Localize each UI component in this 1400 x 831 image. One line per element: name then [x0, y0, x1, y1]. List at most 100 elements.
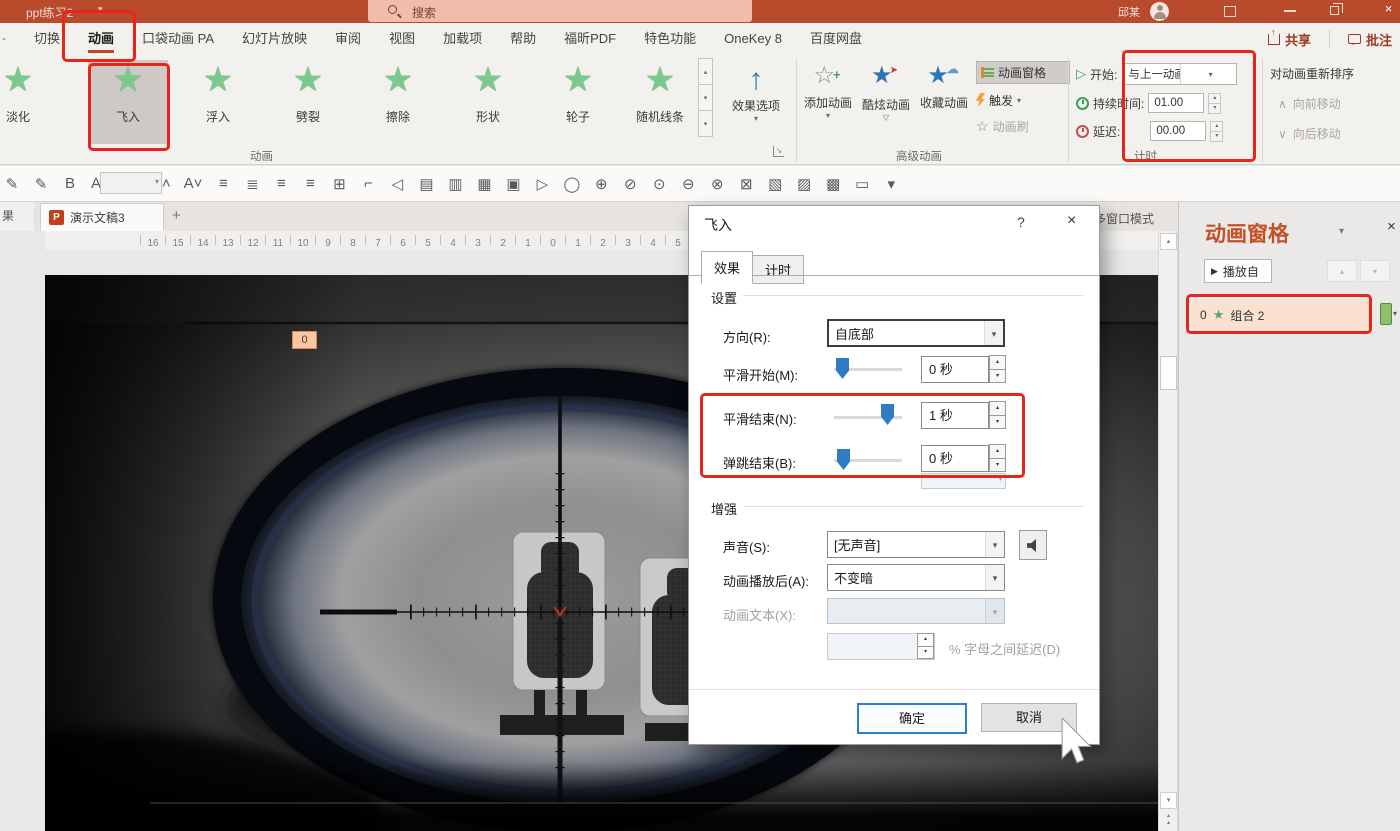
- multi-window-mode-label[interactable]: 多窗口模式: [1094, 210, 1154, 227]
- merge-combine-icon[interactable]: ⊘: [622, 175, 638, 193]
- merge-subtract-icon[interactable]: ⊖: [680, 175, 696, 193]
- delay-input[interactable]: 00.00: [1150, 121, 1206, 141]
- bounce-end-value[interactable]: 0 秒: [921, 445, 989, 472]
- merge-union-icon[interactable]: ⊕: [593, 175, 609, 193]
- rotate-icon[interactable]: ⌐: [360, 175, 376, 192]
- distribute-h-icon[interactable]: ⊠: [738, 175, 754, 193]
- delay-stepper[interactable]: ▴▾: [1210, 121, 1223, 141]
- effect-options-button[interactable]: ↑ 效果选项 ▾: [718, 63, 794, 123]
- slide-scrollbar[interactable]: ▴ ▾ ▴▴: [1158, 231, 1178, 831]
- play-from-button[interactable]: ▶ 播放自: [1204, 259, 1272, 283]
- ribbon-tab[interactable]: 幻灯片放映: [228, 23, 321, 55]
- sound-volume-button[interactable]: [1019, 530, 1047, 560]
- text-box-icon[interactable]: ▣: [505, 175, 521, 193]
- move-later-button[interactable]: ∨ 向后移动: [1278, 125, 1341, 142]
- search-box[interactable]: 搜索: [368, 0, 752, 22]
- animation-painter-button[interactable]: ☆ 动画刷: [976, 115, 1029, 137]
- user-name[interactable]: 邱某: [1118, 4, 1140, 20]
- ok-button[interactable]: 确定: [857, 703, 967, 734]
- gallery-item-random-bars[interactable]: ★ 随机线条: [614, 60, 706, 144]
- pane-move-down-button[interactable]: ▾: [1360, 260, 1390, 282]
- gallery-item-wipe[interactable]: ★ 擦除: [358, 60, 438, 144]
- gallery-item-float-in[interactable]: ★ 浮入: [178, 60, 258, 144]
- help-icon[interactable]: ?: [1017, 214, 1025, 230]
- bounce-end-thumb[interactable]: [837, 449, 850, 470]
- align-middle-icon[interactable]: ▥: [447, 175, 463, 193]
- animation-pane-button[interactable]: 动画窗格: [976, 61, 1070, 84]
- smooth-start-thumb[interactable]: [836, 358, 849, 379]
- smooth-end-stepper[interactable]: ▴▾: [989, 402, 1006, 429]
- gallery-scroll-down[interactable]: ▾: [698, 84, 713, 111]
- font-size-combo[interactable]: [100, 172, 162, 194]
- cool-animation-button[interactable]: ★➤ 酷炫动画 ▽: [858, 61, 914, 122]
- after-animation-dropdown[interactable]: 不变暗 ▾: [827, 564, 1005, 591]
- align-right-icon[interactable]: ≡: [302, 175, 318, 192]
- direction-dropdown[interactable]: 自底部 ▾: [827, 319, 1005, 347]
- pane-close-icon[interactable]: ×: [1387, 218, 1396, 235]
- gallery-item-fly-in[interactable]: ★ 飞入: [88, 60, 168, 144]
- merge-intersect-icon[interactable]: ⊙: [651, 175, 667, 193]
- gallery-item-shape[interactable]: ★ 形状: [448, 60, 528, 144]
- bold-icon[interactable]: B: [62, 175, 78, 192]
- smooth-start-value[interactable]: 0 秒: [921, 356, 989, 383]
- animation-number-badge[interactable]: 0: [292, 331, 317, 349]
- pen-icon[interactable]: ✎: [4, 175, 20, 193]
- ribbon-tab[interactable]: 口袋动画 PA: [128, 23, 228, 55]
- layer-back-icon[interactable]: ▨: [796, 175, 812, 193]
- chart-icon[interactable]: ◯: [563, 175, 580, 193]
- overflow-icon[interactable]: ▾: [883, 175, 899, 193]
- pane-move-up-button[interactable]: ▴: [1327, 260, 1357, 282]
- gallery-item-split[interactable]: ★ 劈裂: [268, 60, 348, 144]
- duration-input[interactable]: 01.00: [1148, 93, 1204, 113]
- selection-icon[interactable]: ▭: [854, 175, 870, 193]
- minimize-icon[interactable]: [1284, 10, 1296, 12]
- move-earlier-button[interactable]: ∧ 向前移动: [1278, 95, 1341, 112]
- previous-slide-icon[interactable]: ▴▴: [1160, 813, 1177, 830]
- dialog-tab[interactable]: 计时: [752, 255, 804, 284]
- bounce-end-stepper[interactable]: ▴▾: [989, 445, 1006, 472]
- gallery-more-button[interactable]: ▾: [698, 110, 713, 137]
- scrollbar-thumb[interactable]: [1160, 356, 1177, 390]
- ribbon-tab[interactable]: OneKey 8: [710, 23, 796, 55]
- pane-menu-icon[interactable]: ▾: [1339, 226, 1344, 237]
- align-top-icon[interactable]: ▤: [418, 175, 434, 193]
- smooth-start-stepper[interactable]: ▴▾: [989, 356, 1006, 383]
- align-bottom-icon[interactable]: ▦: [476, 175, 492, 193]
- ribbon-tab[interactable]: 特色功能: [630, 23, 710, 55]
- align-left-icon[interactable]: ≡: [215, 175, 231, 192]
- dialog-tab[interactable]: 效果: [701, 251, 753, 284]
- item-dropdown-icon[interactable]: ▾: [1393, 309, 1397, 318]
- avatar[interactable]: [1150, 2, 1169, 21]
- comments-button[interactable]: 批注: [1348, 30, 1392, 49]
- ribbon-tab[interactable]: 审阅: [321, 23, 375, 55]
- gallery-item-wheel[interactable]: ★ 轮子: [538, 60, 618, 144]
- ribbon-tab[interactable]: 百度网盘: [796, 23, 876, 55]
- ribbon-tab[interactable]: 福昕PDF: [550, 23, 630, 55]
- scroll-up-icon[interactable]: ▴: [1160, 233, 1177, 250]
- dialog-close-icon[interactable]: ×: [1067, 212, 1076, 230]
- gallery-scroll-up[interactable]: ▴: [698, 58, 713, 85]
- format-painter-icon[interactable]: ✎: [33, 175, 49, 193]
- ribbon-tab[interactable]: 加载项: [429, 23, 496, 55]
- media-icon[interactable]: ▷: [534, 175, 550, 193]
- ribbon-tab[interactable]: 帮助: [496, 23, 550, 55]
- document-tab[interactable]: P 演示文稿3: [40, 203, 164, 231]
- close-icon[interactable]: ×: [1382, 3, 1395, 15]
- ribbon-tab[interactable]: 视图: [375, 23, 429, 55]
- group-icon[interactable]: ▩: [825, 175, 841, 193]
- restore-icon[interactable]: [1330, 6, 1339, 15]
- start-dropdown[interactable]: 与上一动画... ▾: [1123, 63, 1237, 85]
- new-tab-button[interactable]: +: [172, 207, 181, 224]
- ribbon-tab[interactable]: 动画: [74, 23, 128, 55]
- smooth-end-value[interactable]: 1 秒: [921, 402, 989, 429]
- share-button[interactable]: 共享: [1268, 30, 1311, 49]
- justify-icon[interactable]: ≣: [244, 175, 260, 193]
- merge-fragment-icon[interactable]: ⊗: [709, 175, 725, 193]
- gallery-item-fade[interactable]: ★ 淡化: [0, 60, 58, 144]
- animation-list-item[interactable]: 0 ★ 组合 2: [1192, 300, 1370, 330]
- shrink-font-icon[interactable]: A˅: [184, 175, 203, 192]
- layer-front-icon[interactable]: ▧: [767, 175, 783, 193]
- sound-dropdown[interactable]: [无声音] ▾: [827, 531, 1005, 558]
- ribbon-tab[interactable]: 切换: [20, 23, 74, 55]
- trigger-button[interactable]: 触发 ▾: [976, 89, 1021, 111]
